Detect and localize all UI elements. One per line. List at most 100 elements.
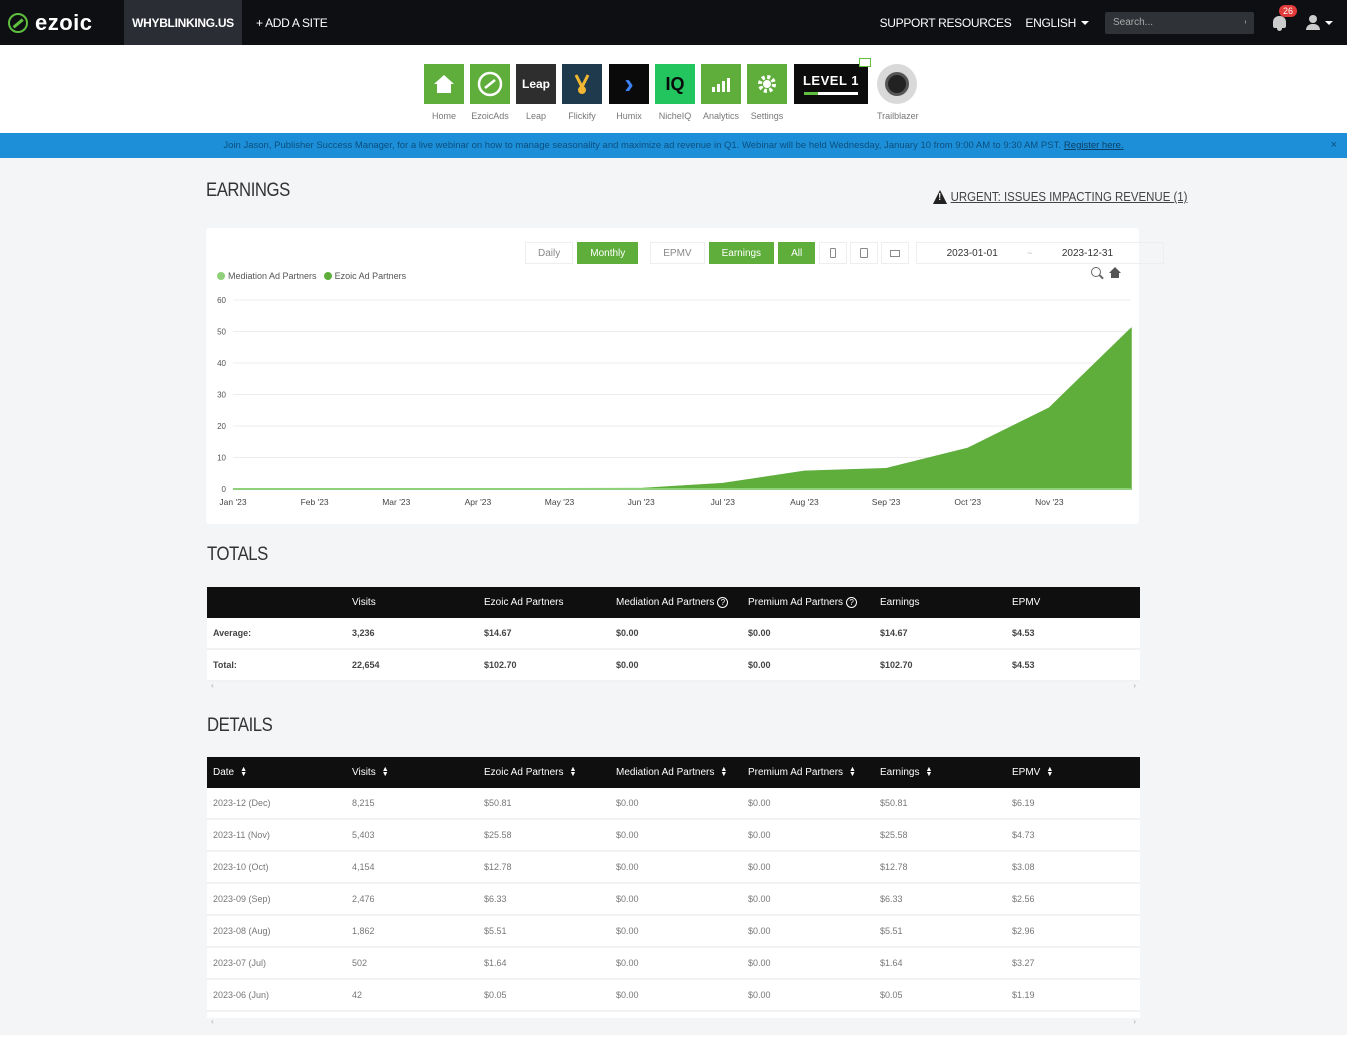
reset-zoom-home-icon[interactable] [1109, 267, 1121, 278]
settings-icon [747, 64, 787, 104]
table-cell: 5,403 [352, 830, 375, 840]
table-cell: $3.27 [1012, 958, 1035, 968]
desktop-icon [890, 249, 901, 257]
table-cell: $14.67 [880, 628, 908, 638]
table-cell: 2023-10 (Oct) [213, 862, 269, 872]
trailblazer-avatar[interactable]: Trailblazer [877, 64, 919, 121]
app-leap[interactable]: Leap Leap [516, 64, 556, 121]
app-label: Leap [525, 111, 547, 121]
legend-label: Ezoic Ad Partners [334, 271, 407, 281]
register-link[interactable]: Register here. [1064, 140, 1124, 151]
all-devices-button[interactable]: All [778, 242, 816, 264]
earnings-title: EARNINGS [206, 180, 290, 201]
analytics-icon [701, 64, 741, 104]
table-cell: $50.81 [484, 798, 512, 808]
notifications-button[interactable]: 26 [1270, 4, 1298, 33]
tablet-device-button[interactable] [850, 242, 879, 264]
support-resources-link[interactable]: SUPPORT RESOURCES [880, 16, 1012, 30]
desktop-device-button[interactable] [881, 242, 910, 264]
brand-name: ezoic [35, 9, 93, 35]
x-tick-label: Mar '23 [382, 497, 410, 507]
app-nicheiq[interactable]: IQ NicheIQ [655, 64, 695, 121]
table-cell: $5.51 [484, 926, 507, 936]
daily-button[interactable]: Daily [525, 242, 574, 264]
help-icon[interactable]: ? [846, 596, 858, 608]
table-cell: $0.00 [616, 862, 639, 872]
app-analytics[interactable]: Analytics [701, 64, 741, 121]
app-label: NicheIQ [658, 111, 692, 121]
header-label: Mediation Ad Partners [616, 597, 715, 609]
chart-tools [1091, 267, 1121, 278]
table-cell: 4,154 [352, 862, 375, 872]
header-cell: Ezoic Ad Partners [484, 597, 564, 608]
home-icon [424, 64, 464, 104]
earnings-button[interactable]: Earnings [708, 242, 775, 264]
table-cell: $0.00 [748, 830, 771, 840]
table-row: Total: 22,654 $102.70 $0.00 $0.00 $102.7… [207, 650, 1140, 682]
header-label: Mediation Ad Partners [616, 767, 715, 778]
mobile-device-button[interactable] [819, 242, 848, 264]
language-dropdown[interactable]: ENGLISH [1025, 16, 1089, 30]
table-cell: $0.00 [616, 926, 639, 936]
y-tick-label: 60 [217, 296, 226, 305]
table-cell: 8,215 [352, 798, 375, 808]
y-tick-label: 30 [217, 391, 226, 400]
earnings-chart-card: Daily Monthly EPMV Earnings All ~ Mediat… [206, 228, 1165, 524]
app-label: Trailblazer [877, 111, 919, 121]
app-home[interactable]: Home [424, 64, 464, 121]
search-input[interactable] [1113, 17, 1245, 28]
table-cell: $0.00 [616, 894, 639, 904]
sort-icon: ▲ ▼ [569, 766, 577, 779]
y-tick-label: 20 [217, 422, 226, 431]
sortable-header[interactable]: Ezoic Ad Partners ▲ ▼ [478, 766, 610, 779]
scroll-right-icon[interactable]: › [1133, 681, 1136, 690]
sortable-header[interactable]: Premium Ad Partners ▲ ▼ [742, 766, 874, 778]
mail-icon[interactable] [859, 58, 871, 67]
legend-item[interactable]: Ezoic Ad Partners [323, 271, 407, 281]
zoom-icon[interactable] [1091, 267, 1101, 277]
table-cell: $0.00 [748, 926, 771, 936]
x-tick-label: Nov '23 [1035, 497, 1064, 507]
legend-item[interactable]: Mediation Ad Partners [217, 271, 317, 281]
close-icon[interactable]: × [1331, 139, 1337, 151]
add-site-link[interactable]: + ADD A SITE [256, 16, 328, 30]
horizontal-scrollbar[interactable]: ‹ › [207, 681, 1140, 691]
epmv-button[interactable]: EPMV [650, 242, 705, 264]
app-ezoicads[interactable]: EzoicAds [470, 64, 510, 121]
scroll-left-icon[interactable]: ‹ [211, 1017, 214, 1026]
app-label: Home [431, 111, 456, 121]
user-menu[interactable] [1306, 15, 1333, 30]
ezoic-logo[interactable]: ezoic [0, 0, 124, 45]
date-from-input[interactable] [917, 247, 1028, 259]
level-badge[interactable]: LEVEL 1 [794, 58, 871, 104]
horizontal-scrollbar[interactable]: ‹ › [207, 1017, 1140, 1027]
details-body: 2023-12 (Dec) 8,215 $50.81 $0.00 $0.00 $50.81… [207, 788, 1140, 1012]
help-icon[interactable]: ? [717, 596, 729, 608]
bell-clapper [1277, 27, 1282, 31]
totals-header-row: Visits Ezoic Ad Partners Mediation Ad Pa… [207, 587, 1140, 618]
totals-title: TOTALS [207, 544, 268, 565]
table-cell: 2023-09 (Sep) [213, 894, 271, 904]
sortable-header[interactable]: Mediation Ad Partners ▲ ▼ [610, 766, 742, 779]
x-tick-label: Aug '23 [790, 497, 819, 507]
app-settings[interactable]: Settings [747, 64, 787, 121]
app-humix[interactable]: › Humix [609, 64, 649, 121]
search-icon[interactable] [1245, 18, 1246, 28]
sortable-header[interactable]: Date ▲ ▼ [207, 766, 346, 778]
table-cell: $6.19 [1012, 798, 1035, 808]
site-selector-tab[interactable]: WHYBLINKING.US [124, 0, 242, 45]
scroll-right-icon[interactable]: › [1133, 1017, 1136, 1026]
monthly-button[interactable]: Monthly [577, 242, 639, 264]
header-label: Ezoic Ad Partners [484, 767, 564, 778]
app-label: Settings [750, 111, 784, 121]
sort-icon: ▲ ▼ [720, 766, 728, 779]
date-to-input[interactable] [1032, 247, 1143, 259]
sortable-header[interactable]: EPMV ▲ ▼ [1006, 766, 1138, 778]
header-label: Earnings [880, 767, 920, 778]
sortable-header[interactable]: Earnings ▲ ▼ [874, 766, 1006, 778]
app-flickify[interactable]: Flickify [562, 64, 602, 121]
scroll-left-icon[interactable]: ‹ [211, 681, 214, 690]
sortable-header[interactable]: Visits ▲ ▼ [346, 766, 478, 778]
urgent-issues-link[interactable]: URGENT: ISSUES IMPACTING REVENUE (1) [933, 189, 1187, 204]
y-tick-label: 10 [217, 454, 226, 463]
